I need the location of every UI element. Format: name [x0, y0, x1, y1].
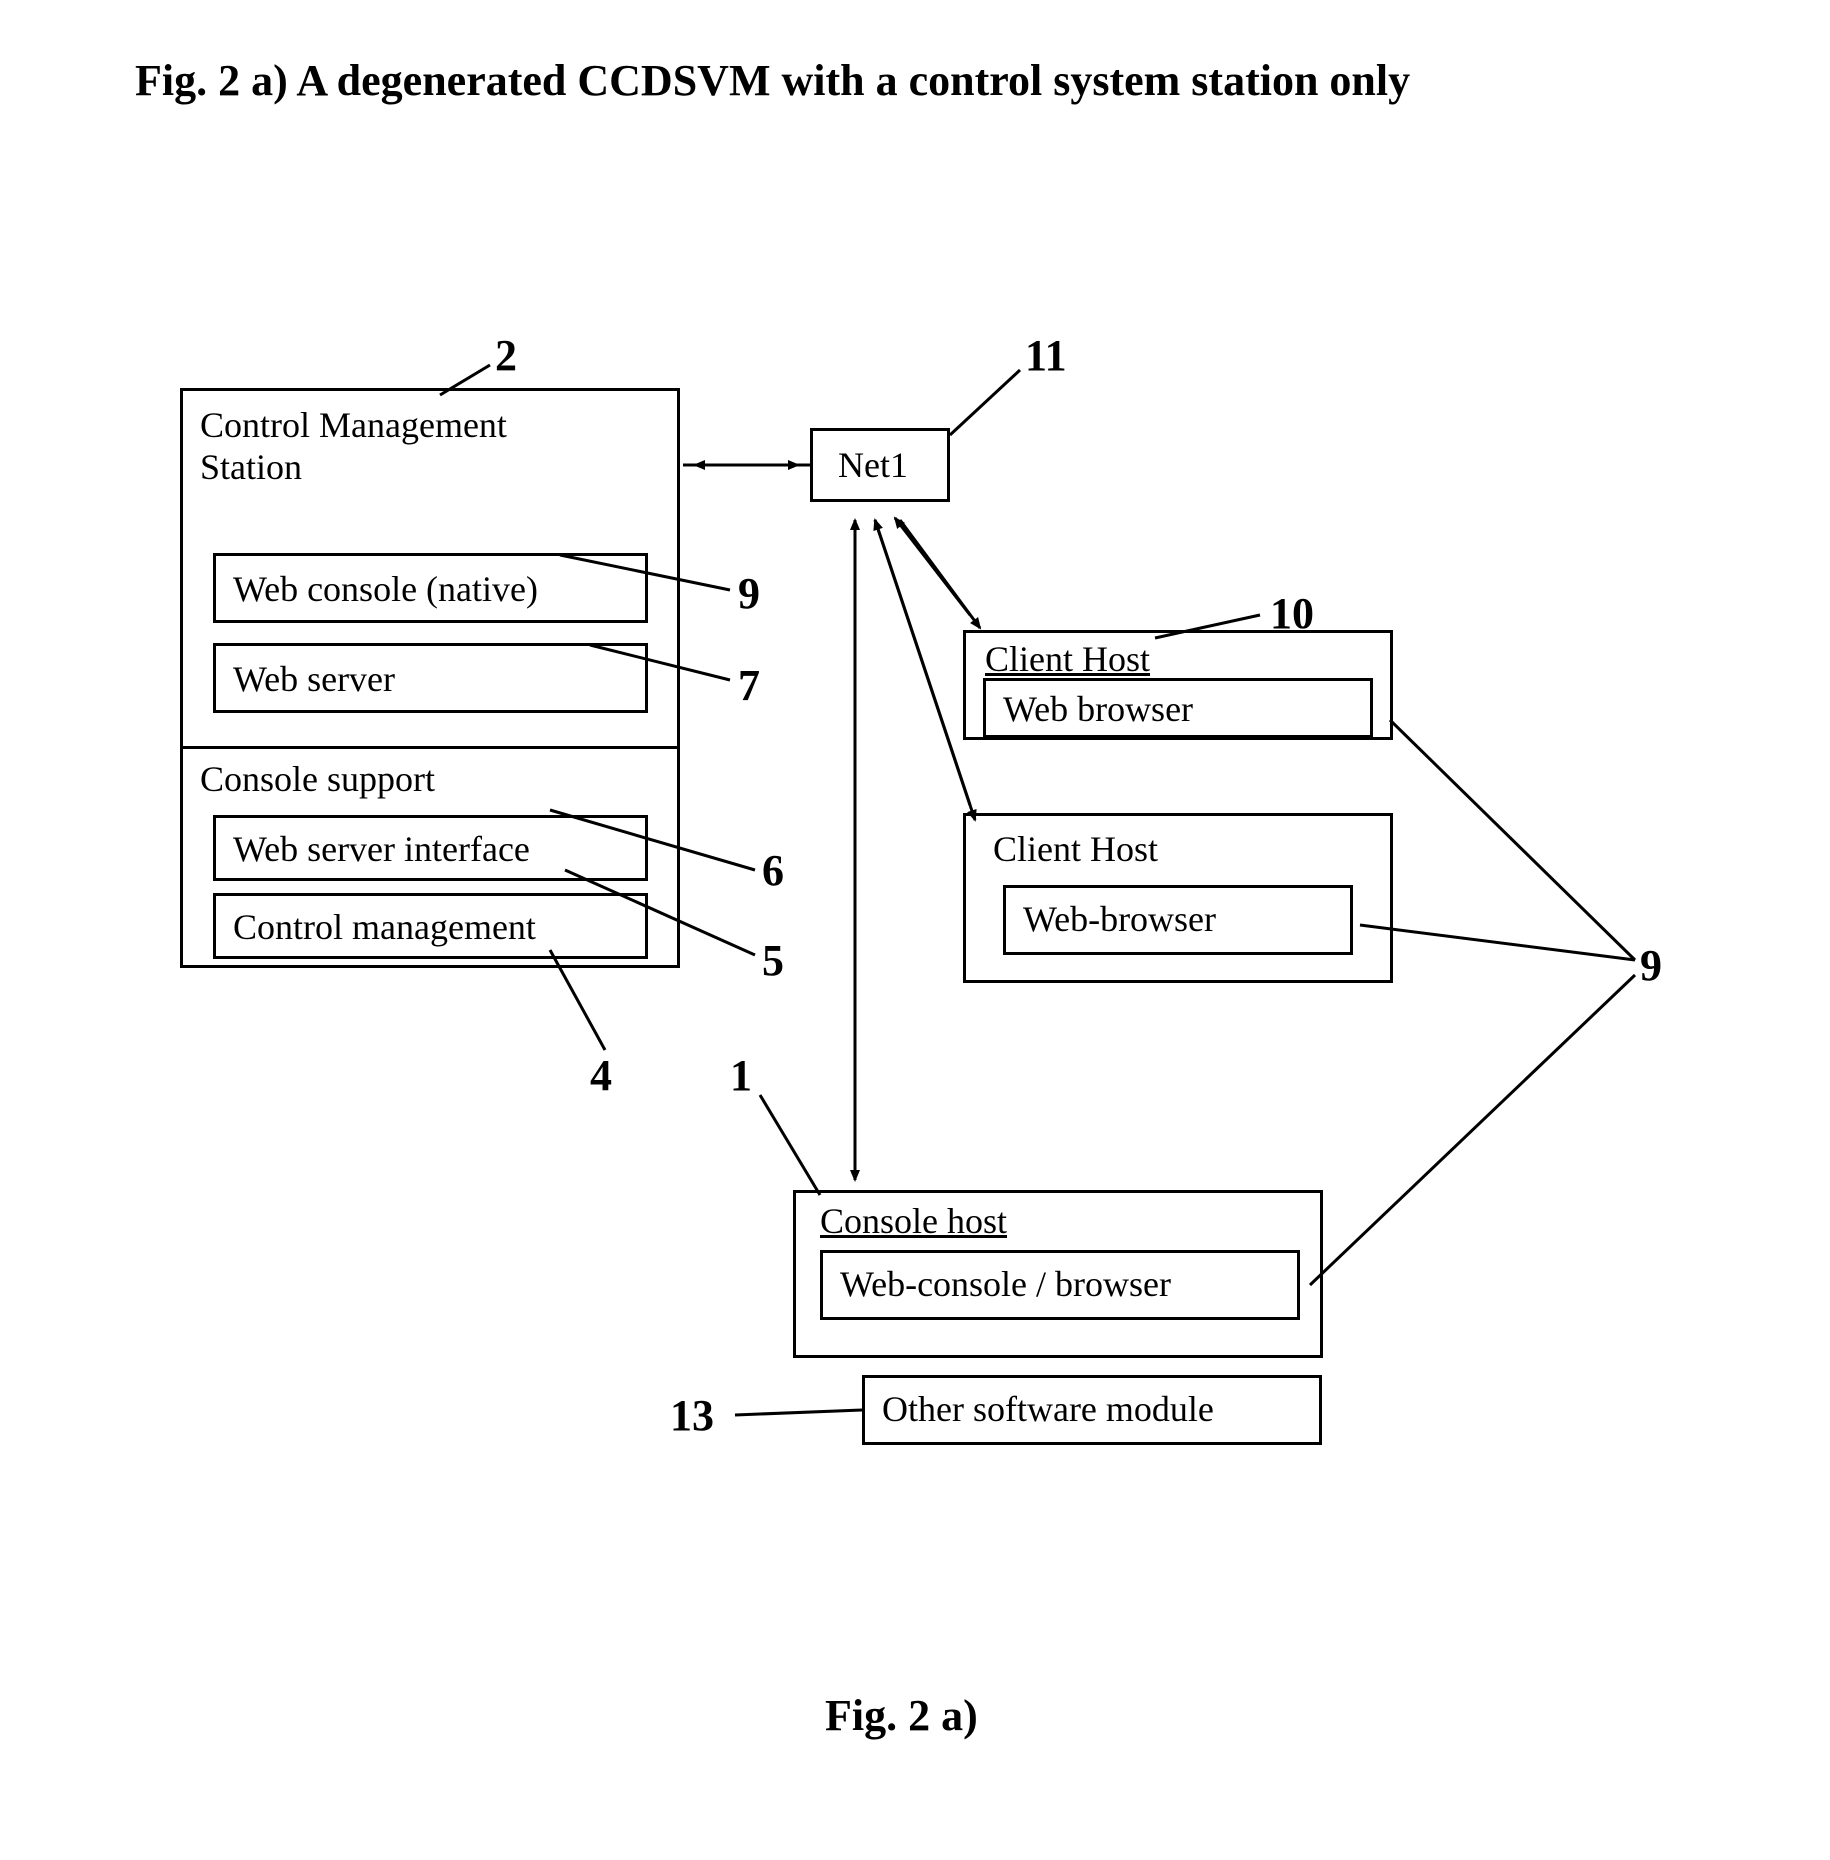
client-host-1-browser-label: Web browser	[1003, 690, 1193, 730]
ref-2: 2	[495, 330, 517, 381]
console-host-browser-label: Web-console / browser	[840, 1265, 1171, 1305]
cms-web-server-interface-label: Web server interface	[233, 830, 530, 870]
ref-6: 6	[762, 845, 784, 896]
client-host-2-title: Client Host	[993, 830, 1158, 870]
ref-4: 4	[590, 1050, 612, 1101]
ref-9a: 9	[738, 568, 760, 619]
net1-label: Net1	[838, 446, 908, 486]
ref-11: 11	[1025, 330, 1067, 381]
ref-10: 10	[1270, 588, 1314, 639]
client-host-1-title: Client Host	[985, 640, 1150, 680]
ref-1: 1	[730, 1050, 752, 1101]
cms-console-support-label: Console support	[200, 760, 435, 800]
cms-web-server-label: Web server	[233, 660, 395, 700]
console-host-title: Console host	[820, 1202, 1007, 1242]
ref-9b: 9	[1640, 940, 1662, 991]
cms-title-line2: Station	[200, 448, 302, 488]
ref-5: 5	[762, 935, 784, 986]
diagram-canvas: Control Management Station Web console (…	[0, 0, 1830, 1860]
ref-7: 7	[738, 660, 760, 711]
console-host-other-label: Other software module	[882, 1390, 1214, 1430]
cms-web-console-label: Web console (native)	[233, 570, 538, 610]
cms-title-line1: Control Management	[200, 406, 507, 446]
ref-13: 13	[670, 1390, 714, 1441]
client-host-2-browser-label: Web-browser	[1023, 900, 1216, 940]
cms-control-management-label: Control management	[233, 908, 536, 948]
